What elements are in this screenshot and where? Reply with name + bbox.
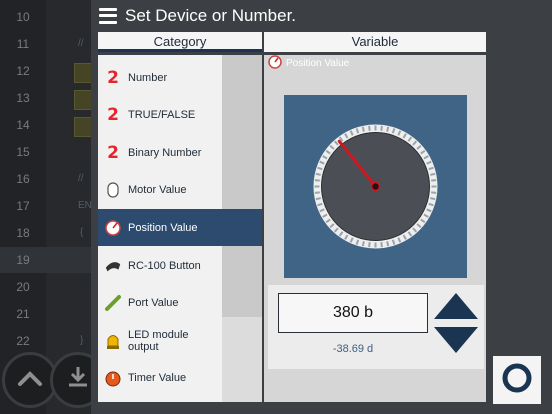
category-header: Category — [98, 32, 262, 52]
category-item[interactable]: Position Value — [98, 209, 262, 247]
category-item[interactable]: Timer Value — [98, 360, 222, 397]
category-label: Position Value — [128, 221, 198, 234]
category-label: TRUE/FALSE — [128, 109, 196, 122]
number-icon: 2 — [107, 67, 119, 88]
increment-button[interactable] — [432, 291, 480, 321]
position-dial[interactable] — [284, 95, 467, 278]
category-label: Motor Value — [128, 184, 187, 197]
category-label: Number — [128, 71, 168, 84]
category-item[interactable]: 2 Binary Number — [98, 134, 222, 171]
category-label: LED module output — [127, 328, 189, 353]
degree-text: -38.69 d — [332, 343, 374, 355]
variable-subtitle: Position Value — [268, 54, 350, 72]
variable-subtitle-text: Position Value — [286, 57, 350, 69]
position-icon — [104, 219, 122, 237]
circle-o-icon — [500, 361, 534, 400]
dial-hub — [370, 181, 381, 192]
remote-icon — [104, 257, 122, 275]
dialog-header: Set Device or Number. — [91, 0, 552, 31]
value-field[interactable]: 380 b — [278, 293, 428, 333]
category-item[interactable]: Port Value — [98, 285, 222, 322]
led-icon — [104, 332, 122, 350]
dialog-title: Set Device or Number. — [125, 5, 297, 25]
category-label: Port Value — [128, 297, 179, 310]
category-label: Timer Value — [128, 372, 187, 385]
category-item[interactable]: LED module output — [98, 322, 222, 359]
number-icon: 2 — [107, 105, 119, 126]
category-list: 2 Number 2 TRUE/FALSE 2 Binary Number Motor Va… — [98, 55, 262, 402]
decrement-button[interactable] — [432, 325, 480, 355]
variable-panel: Position Value 380 b -38.69 d — [264, 54, 486, 402]
category-item[interactable]: RC-100 Button — [98, 247, 222, 284]
scrollbar-thumb[interactable] — [222, 55, 262, 317]
number-icon: 2 — [107, 142, 119, 163]
position-icon — [268, 54, 282, 72]
motor-icon — [104, 181, 122, 199]
category-label: RC-100 Button — [128, 259, 201, 272]
confirm-button[interactable] — [493, 356, 541, 404]
category-item[interactable]: Motor Value — [98, 172, 222, 209]
list-menu-icon — [99, 7, 117, 24]
port-icon — [104, 294, 122, 312]
category-item[interactable]: 2 Number — [98, 59, 222, 96]
category-item[interactable]: 2 TRUE/FALSE — [98, 97, 222, 134]
variable-header: Variable — [264, 32, 486, 52]
value-readout: 380 b -38.69 d — [268, 285, 484, 369]
timer-icon — [104, 369, 122, 387]
category-label: Binary Number — [128, 146, 202, 159]
